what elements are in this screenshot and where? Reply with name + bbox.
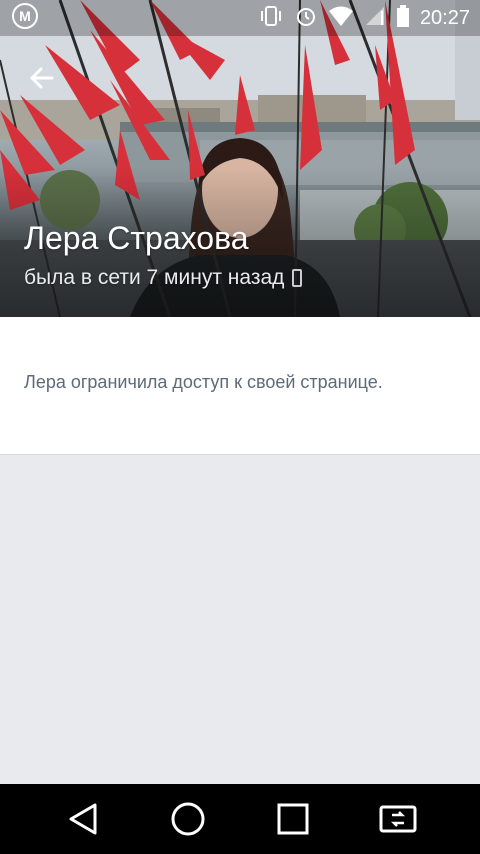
nav-screen-switch-button[interactable] bbox=[368, 789, 428, 849]
vibrate-icon bbox=[258, 4, 284, 33]
svg-text:M: M bbox=[19, 8, 31, 24]
status-bar: M 20:27 bbox=[0, 0, 480, 36]
battery-icon bbox=[396, 4, 410, 33]
profile-name: Лера Страхова bbox=[24, 220, 249, 256]
restricted-profile-card: Лера ограничила доступ к своей странице. bbox=[0, 317, 480, 455]
last-seen-status: была в сети 7 минут назад bbox=[24, 266, 303, 290]
back-button[interactable] bbox=[24, 60, 60, 96]
status-time: 20:27 bbox=[419, 6, 470, 29]
screen-switch-icon bbox=[379, 805, 416, 833]
recents-square-icon bbox=[277, 803, 308, 835]
restricted-access-message: Лера ограничила доступ к своей странице. bbox=[24, 372, 383, 392]
mobile-device-icon bbox=[292, 269, 303, 287]
triangle-back-icon bbox=[69, 803, 96, 835]
system-navigation-bar bbox=[0, 784, 480, 854]
alarm-icon bbox=[294, 4, 318, 33]
nav-back-button[interactable] bbox=[53, 789, 113, 849]
home-circle-icon bbox=[171, 802, 204, 836]
signal-icon bbox=[364, 5, 386, 32]
last-seen-text: была в сети 7 минут назад bbox=[24, 266, 285, 289]
nav-recents-button[interactable] bbox=[263, 789, 323, 849]
arrow-left-icon bbox=[30, 67, 54, 89]
nav-home-button[interactable] bbox=[158, 789, 218, 849]
app-m-icon: M bbox=[10, 1, 40, 36]
wifi-icon bbox=[328, 5, 354, 32]
